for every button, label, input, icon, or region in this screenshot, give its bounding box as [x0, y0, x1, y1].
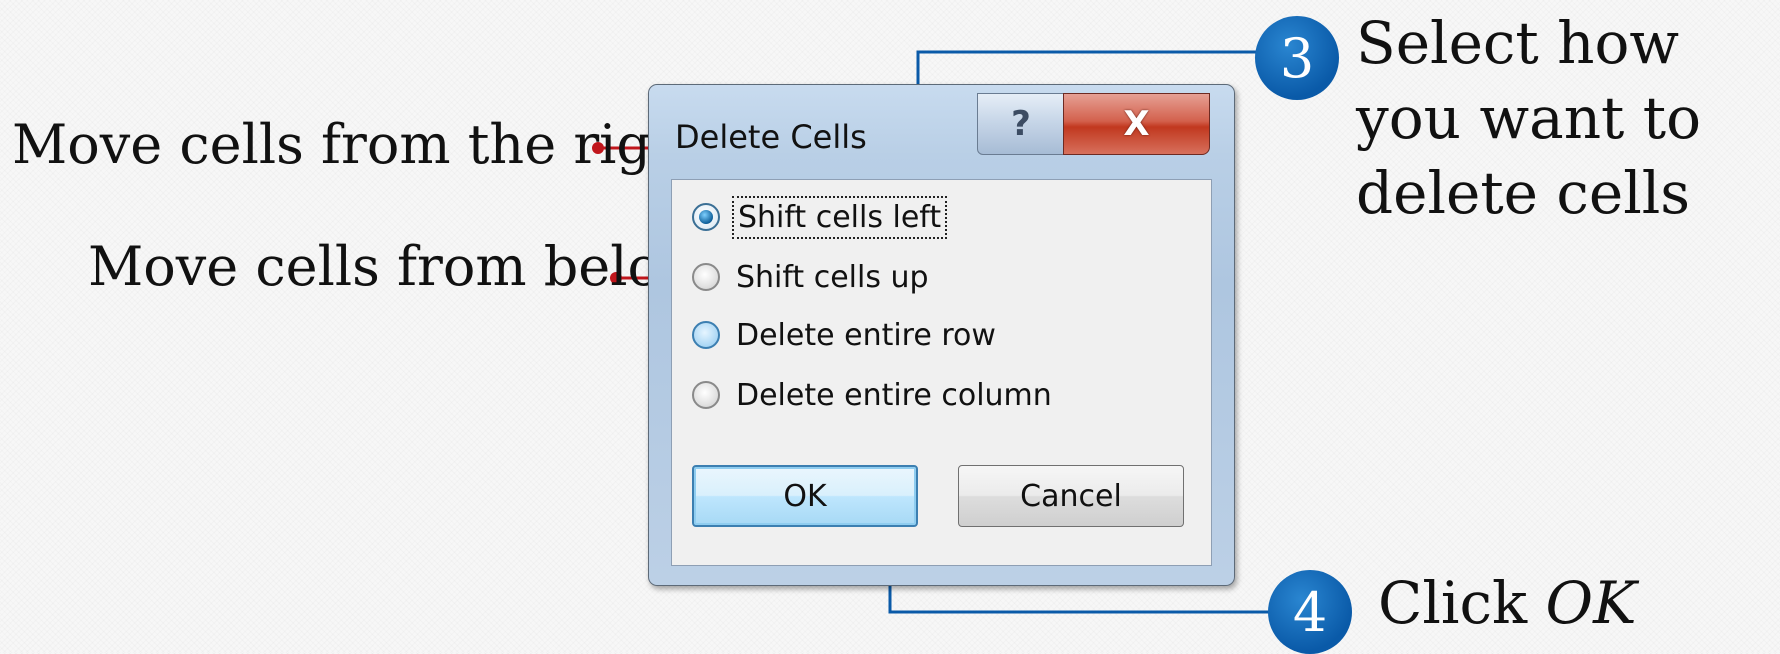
option-shift-cells-left[interactable]: Shift cells left [692, 192, 948, 242]
help-icon: ? [1011, 104, 1031, 144]
dialog-title: Delete Cells [675, 118, 867, 156]
step4-badge: 4 [1268, 570, 1352, 654]
radio-selected-dot [699, 210, 713, 224]
label-shift-cells-left[interactable]: Shift cells left [732, 195, 948, 239]
step4-text-emphasis: OK [1545, 569, 1637, 637]
cancel-button[interactable]: Cancel [958, 465, 1184, 527]
option-delete-entire-row[interactable]: Delete entire row [692, 310, 1000, 360]
step3-text: Select how you want to delete cells [1356, 9, 1702, 227]
step3-number: 3 [1279, 26, 1315, 90]
radio-shift-cells-left[interactable] [692, 203, 720, 231]
radio-delete-entire-row[interactable] [692, 321, 720, 349]
label-delete-entire-row[interactable]: Delete entire row [732, 316, 1000, 355]
radio-shift-cells-up[interactable] [692, 263, 720, 291]
callout-move-right: Move cells from the right [12, 113, 708, 176]
ok-button[interactable]: OK [692, 465, 918, 527]
step4-text: Click OK [1378, 566, 1636, 641]
option-delete-entire-column[interactable]: Delete entire column [692, 370, 1056, 420]
label-delete-entire-column[interactable]: Delete entire column [732, 376, 1056, 415]
delete-cells-dialog: Delete Cells ? X Shift cells left Shift … [648, 84, 1235, 586]
help-button[interactable]: ? [977, 93, 1065, 155]
step4-text-prefix: Click [1378, 569, 1546, 637]
close-icon: X [1123, 104, 1150, 144]
radio-delete-entire-column[interactable] [692, 381, 720, 409]
step3-badge: 3 [1255, 16, 1339, 100]
option-shift-cells-up[interactable]: Shift cells up [692, 252, 933, 302]
close-button[interactable]: X [1063, 93, 1210, 155]
label-shift-cells-up[interactable]: Shift cells up [732, 258, 933, 297]
step4-number: 4 [1292, 580, 1328, 644]
callout-move-below: Move cells from below [88, 235, 707, 298]
dialog-body: Shift cells left Shift cells up Delete e… [671, 179, 1212, 566]
